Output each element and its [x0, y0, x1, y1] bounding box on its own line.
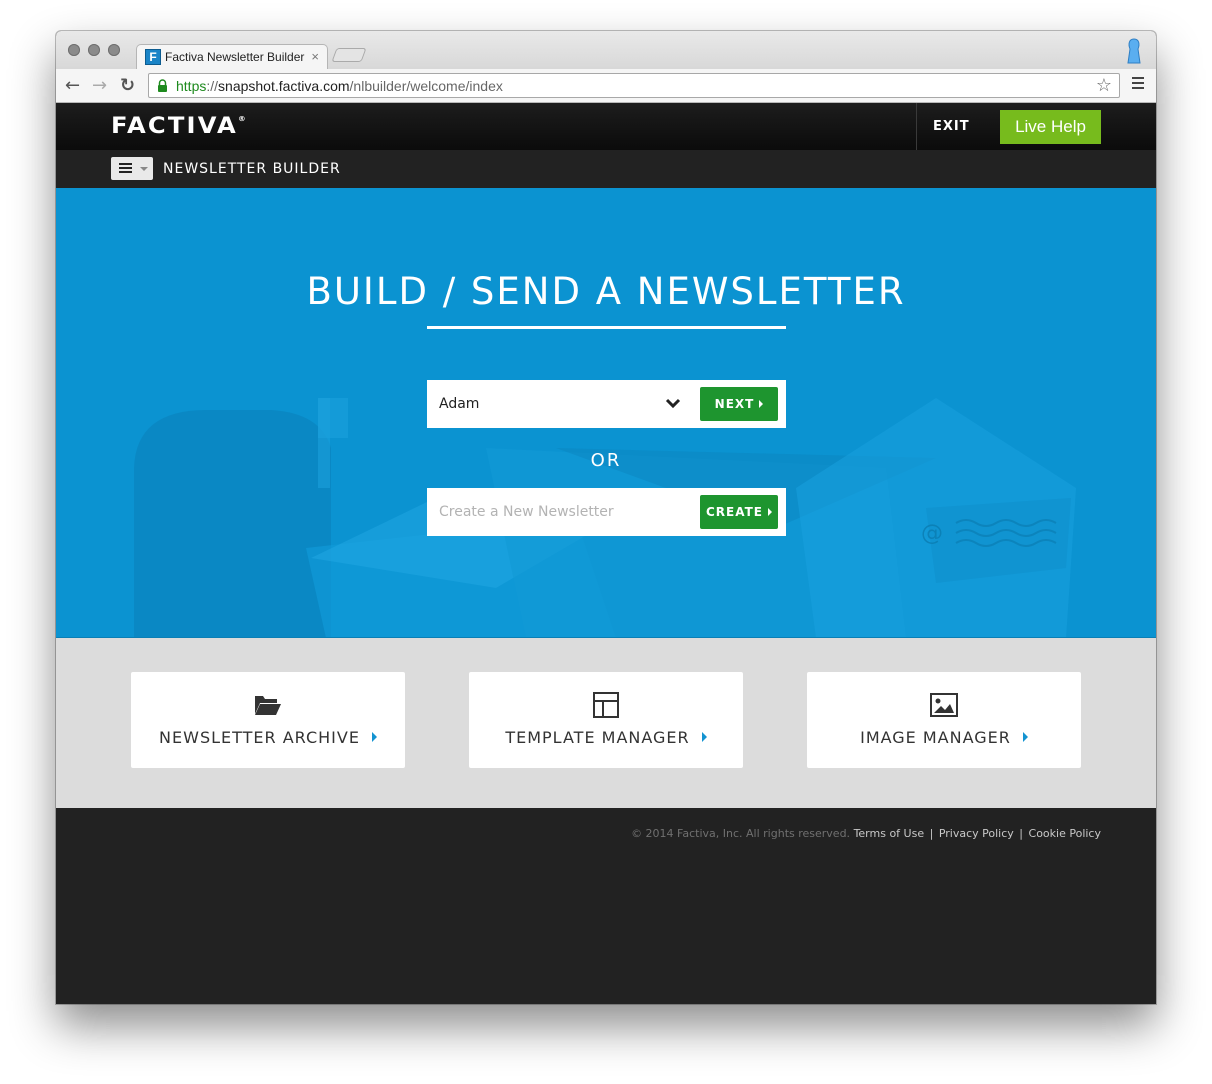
live-help-button[interactable]: Live Help: [1000, 110, 1101, 144]
hero-section: @ BUILD / SEND A NEWSLETTER Adam NEXT OR…: [56, 188, 1156, 638]
newsletter-archive-label: NEWSLETTER ARCHIVE: [131, 728, 405, 747]
next-button-label: NEXT: [714, 397, 755, 411]
profile-icon[interactable]: [1126, 37, 1142, 65]
caret-down-icon: [140, 167, 148, 171]
card-label-text: NEWSLETTER ARCHIVE: [159, 728, 360, 747]
folder-open-icon: [255, 696, 281, 715]
caret-right-icon: [371, 731, 377, 742]
logo-text: FACTIVA: [111, 114, 238, 139]
window-close-button[interactable]: [68, 44, 80, 56]
url-path: /nlbuilder/welcome/index: [349, 77, 503, 94]
url-text: https://snapshot.factiva.com/nlbuilder/w…: [176, 77, 503, 94]
template-manager-card[interactable]: TEMPLATE MANAGER: [469, 672, 743, 768]
factiva-favicon-icon: F: [145, 49, 161, 65]
new-tab-button[interactable]: [331, 48, 367, 62]
caret-right-icon: [701, 731, 707, 742]
address-bar[interactable]: https://snapshot.factiva.com/nlbuilder/w…: [148, 73, 1120, 98]
url-host: snapshot.factiva.com: [218, 77, 350, 94]
reload-icon[interactable]: ↻: [120, 75, 135, 96]
forward-arrow-icon[interactable]: →: [92, 75, 107, 96]
browser-menu-icon[interactable]: [1132, 77, 1144, 92]
browser-tab[interactable]: F Factiva Newsletter Builder ×: [136, 44, 328, 69]
newsletter-select-value: Adam: [439, 396, 480, 412]
image-manager-card[interactable]: IMAGE MANAGER: [807, 672, 1081, 768]
newsletter-archive-card[interactable]: NEWSLETTER ARCHIVE: [131, 672, 405, 768]
chevron-down-icon[interactable]: [665, 395, 681, 411]
terms-of-use-link[interactable]: Terms of Use: [854, 827, 925, 840]
window-minimize-button[interactable]: [88, 44, 100, 56]
new-newsletter-input[interactable]: [427, 488, 697, 536]
image-icon: [930, 693, 958, 717]
privacy-policy-link[interactable]: Privacy Policy: [939, 827, 1014, 840]
create-button-label: CREATE: [706, 505, 763, 519]
hamburger-icon: [119, 163, 132, 175]
or-separator: OR: [590, 450, 622, 471]
browser-window: F Factiva Newsletter Builder × ← → ↻ htt…: [56, 31, 1156, 1004]
layout-icon: [593, 692, 619, 718]
template-manager-label: TEMPLATE MANAGER: [469, 728, 743, 747]
app-subheader: NEWSLETTER BUILDER: [56, 150, 1156, 188]
caret-right-icon: [759, 400, 764, 408]
newsletter-select[interactable]: Adam NEXT: [427, 380, 786, 428]
factiva-logo[interactable]: FACTIVA®: [111, 114, 248, 139]
card-label-text: IMAGE MANAGER: [860, 728, 1011, 747]
window-zoom-button[interactable]: [108, 44, 120, 56]
caret-right-icon: [1022, 731, 1028, 742]
image-manager-label: IMAGE MANAGER: [807, 728, 1081, 747]
tab-strip: F Factiva Newsletter Builder ×: [56, 31, 1156, 69]
exit-link[interactable]: EXIT: [933, 119, 970, 134]
logo-registered-mark: ®: [237, 115, 248, 123]
tools-section: NEWSLETTER ARCHIVE TEMPLATE MANAGER IMAG…: [56, 638, 1156, 808]
footer-legal: © 2014 Factiva, Inc. All rights reserved…: [631, 827, 1101, 840]
cookie-policy-link[interactable]: Cookie Policy: [1029, 827, 1101, 840]
hero-title: BUILD / SEND A NEWSLETTER: [306, 270, 906, 313]
hero-underline: [427, 326, 786, 329]
browser-toolbar: ← → ↻ https://snapshot.factiva.com/nlbui…: [56, 69, 1156, 103]
bookmark-star-icon[interactable]: ☆: [1096, 75, 1112, 96]
footer-separator: |: [1019, 827, 1024, 840]
next-button[interactable]: NEXT: [700, 387, 778, 421]
caret-right-icon: [767, 508, 772, 516]
create-button[interactable]: CREATE: [700, 495, 778, 529]
back-arrow-icon[interactable]: ←: [65, 75, 80, 96]
lock-icon: [158, 79, 167, 92]
header-divider: [916, 103, 917, 150]
url-scheme: https: [176, 77, 207, 94]
card-label-text: TEMPLATE MANAGER: [505, 728, 690, 747]
svg-text:@: @: [921, 521, 943, 546]
footer-separator: |: [929, 827, 934, 840]
create-newsletter-row: CREATE: [427, 488, 786, 536]
tab-close-icon[interactable]: ×: [311, 49, 319, 64]
site-header: FACTIVA® EXIT Live Help: [56, 103, 1156, 150]
tab-title: Factiva Newsletter Builder: [165, 50, 305, 64]
section-title: NEWSLETTER BUILDER: [163, 161, 341, 177]
copyright-text: © 2014 Factiva, Inc. All rights reserved…: [631, 827, 851, 840]
page-footer: © 2014 Factiva, Inc. All rights reserved…: [56, 808, 1156, 1004]
app-menu-button[interactable]: [111, 157, 153, 180]
